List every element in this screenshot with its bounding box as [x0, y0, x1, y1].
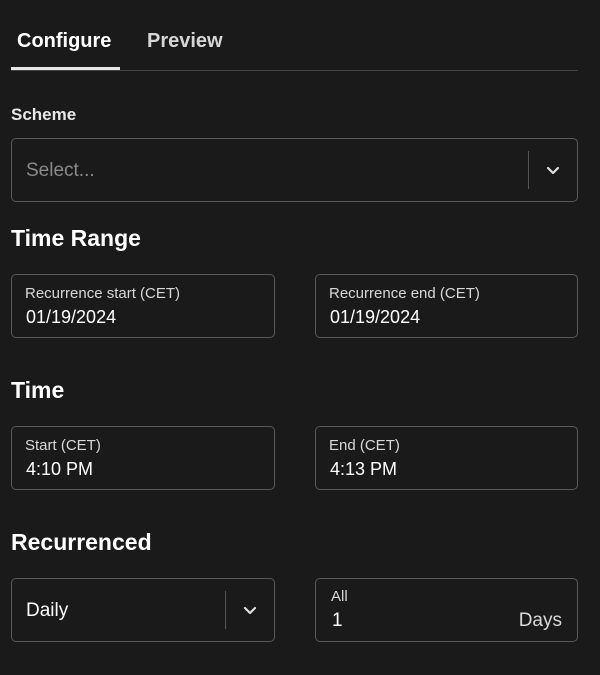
chevron-down-icon[interactable]: [543, 160, 563, 180]
start-time-field[interactable]: Start (CET) 4:10 PM: [11, 426, 275, 490]
select-divider: [528, 151, 529, 189]
select-divider: [225, 591, 226, 629]
interval-field[interactable]: All 1 Days: [315, 578, 578, 642]
recurrence-end-label: Recurrence end (CET): [329, 285, 480, 302]
interval-input[interactable]: 1: [332, 610, 343, 632]
time-title: Time: [11, 377, 65, 403]
scheme-select-placeholder: Select...: [26, 160, 95, 181]
recurrence-end-value: 01/19/2024: [330, 307, 421, 327]
start-time-label: Start (CET): [25, 437, 101, 454]
recurrence-start-value: 01/19/2024: [26, 307, 117, 327]
recurrence-title: Recurrenced: [11, 529, 152, 555]
tab-bar: Configure Preview: [11, 0, 578, 71]
end-time-label: End (CET): [329, 437, 400, 454]
schedule-config-panel: Configure Preview Scheme Select... Time …: [0, 0, 600, 675]
frequency-select[interactable]: Daily: [11, 578, 275, 642]
start-time-value: 4:10 PM: [26, 459, 94, 479]
recurrence-start-field[interactable]: Recurrence start (CET) 01/19/2024: [11, 274, 275, 338]
recurrence-start-label: Recurrence start (CET): [25, 285, 181, 302]
scheme-select[interactable]: Select...: [11, 138, 578, 202]
tab-preview[interactable]: Preview: [147, 30, 223, 53]
end-time-value: 4:13 PM: [330, 459, 398, 479]
time-range-title: Time Range: [11, 225, 141, 251]
end-time-field[interactable]: End (CET) 4:13 PM: [315, 426, 578, 490]
scheme-label: Scheme: [11, 105, 77, 124]
interval-label: All: [331, 588, 348, 605]
interval-unit: Days: [518, 610, 562, 631]
chevron-down-icon[interactable]: [240, 600, 260, 620]
active-tab-indicator: [11, 67, 120, 70]
tab-configure[interactable]: Configure: [17, 30, 111, 53]
recurrence-end-field[interactable]: Recurrence end (CET) 01/19/2024: [315, 274, 578, 338]
frequency-value: Daily: [26, 600, 69, 621]
